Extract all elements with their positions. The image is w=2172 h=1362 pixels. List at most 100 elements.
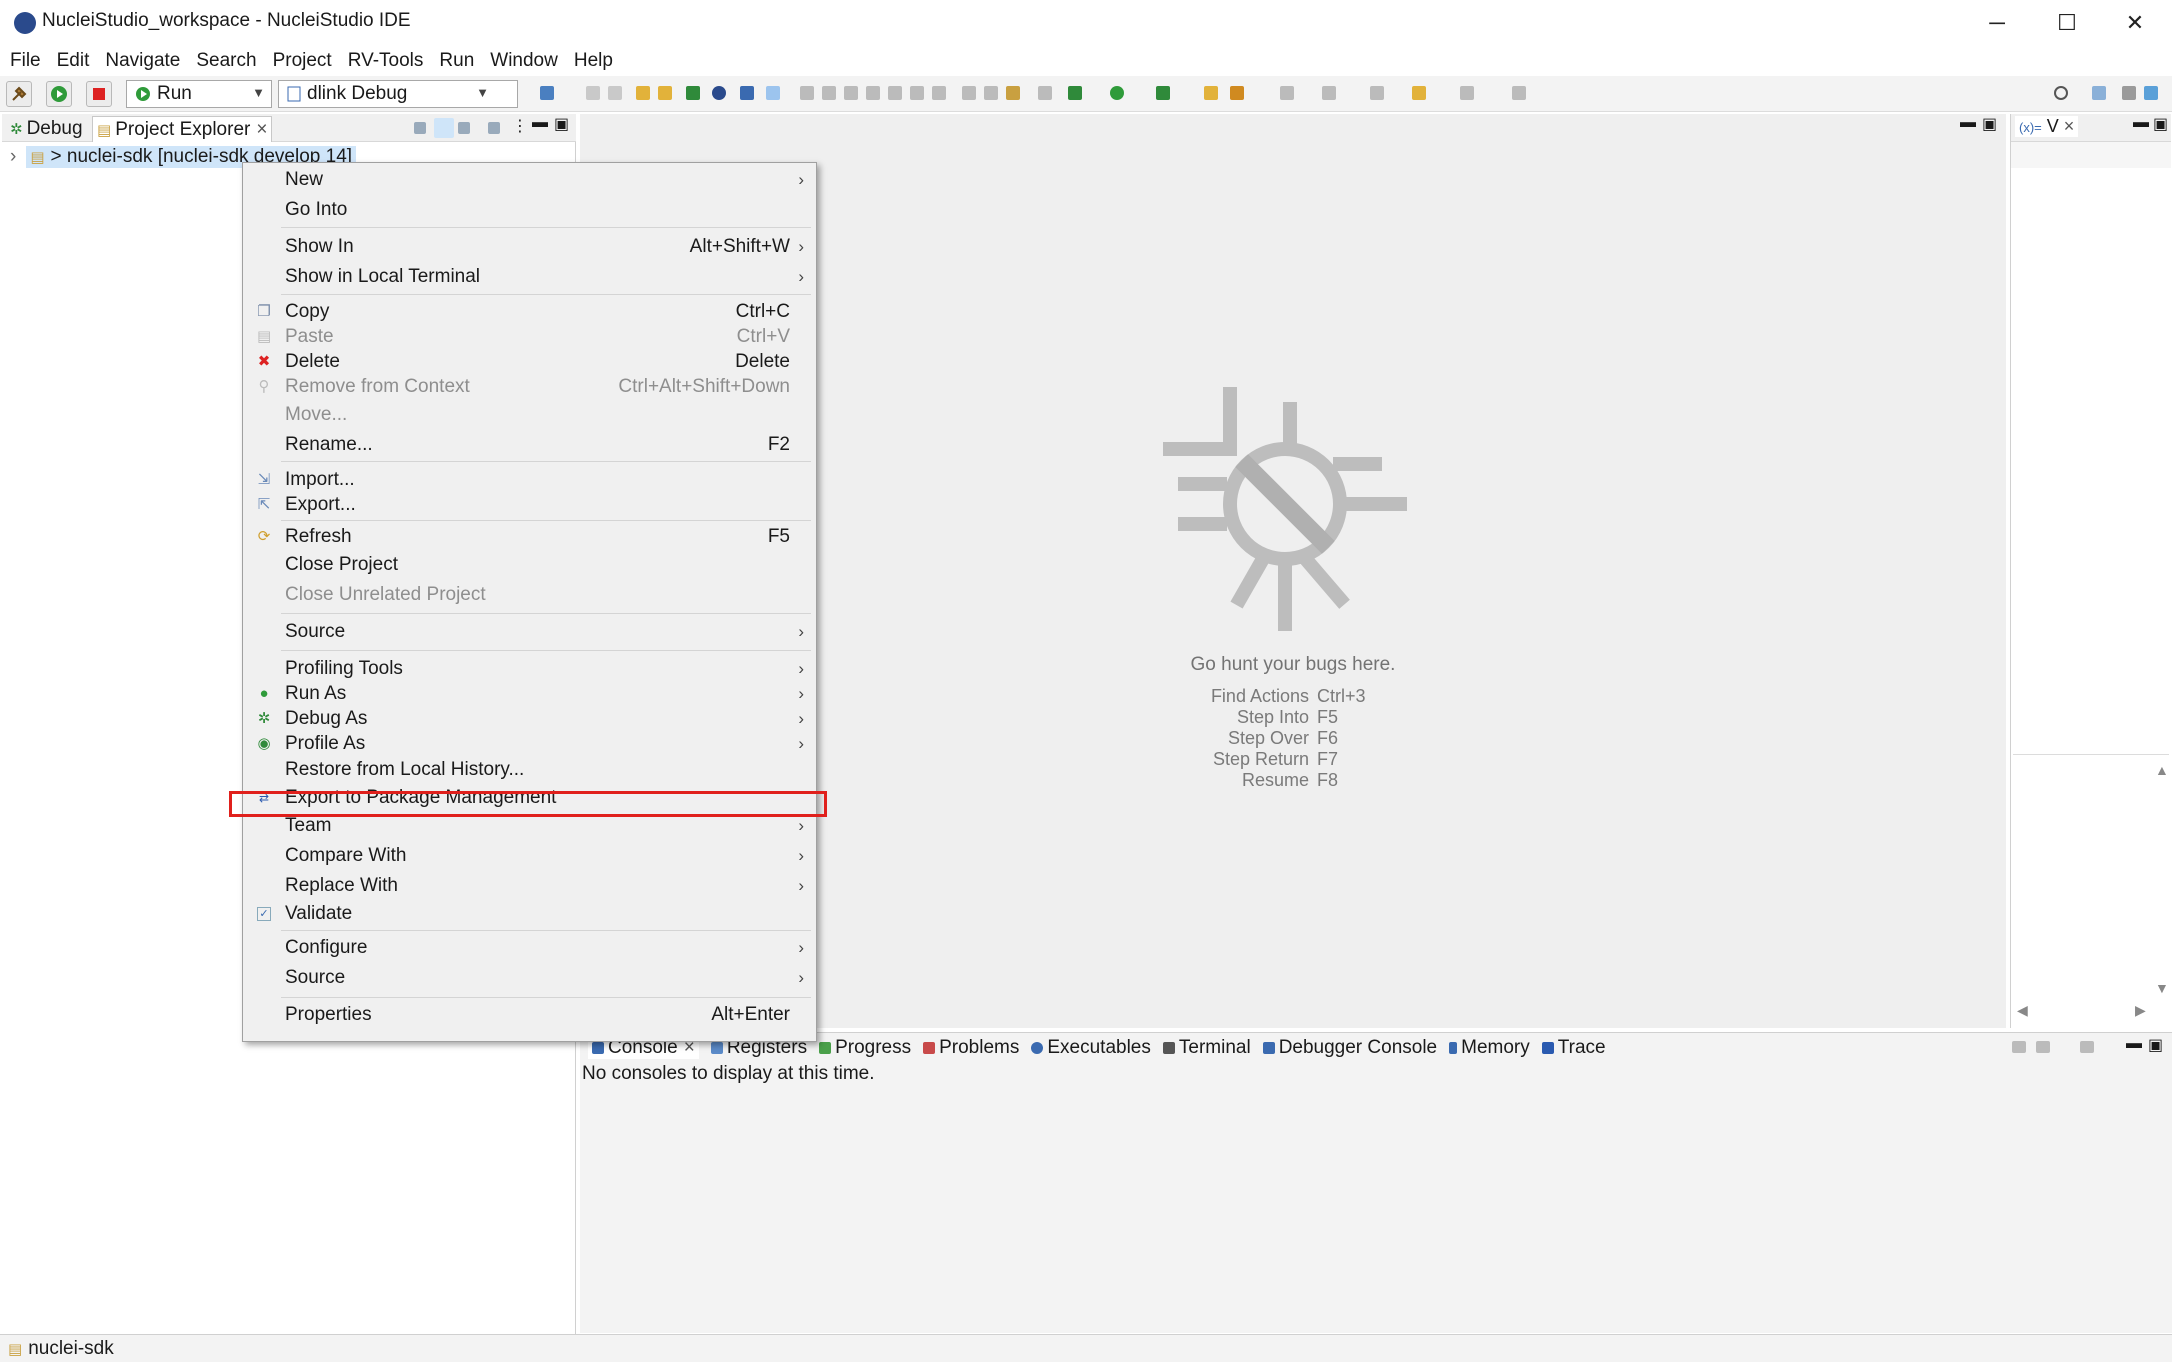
maximize-editor-icon[interactable]: ▣: [1982, 114, 1997, 134]
back-icon[interactable]: [1412, 86, 1426, 100]
menu-item-paste[interactable]: ▤ Paste Ctrl+V: [243, 324, 816, 350]
minimize-editor-icon[interactable]: ▬: [1960, 114, 1976, 132]
run-icon[interactable]: [1110, 86, 1124, 100]
menu-item-move[interactable]: Move...: [243, 402, 816, 428]
menu-item-close-unrelated-project[interactable]: Close Unrelated Project: [243, 582, 816, 608]
step-over-icon[interactable]: [910, 86, 924, 100]
view-menu-icon[interactable]: ⋮: [512, 116, 528, 136]
menu-item-show-in-local-terminal[interactable]: Show in Local Terminal ›: [243, 264, 816, 290]
menu-item-export[interactable]: ⇱ Export...: [243, 492, 816, 518]
step-return-icon[interactable]: [932, 86, 946, 100]
save-all-icon[interactable]: [608, 86, 622, 100]
menu-rv-tools[interactable]: RV-Tools: [348, 50, 424, 72]
forward-icon[interactable]: [1460, 86, 1474, 100]
menu-item-import[interactable]: ⇲ Import...: [243, 467, 816, 493]
database-icon[interactable]: [686, 86, 700, 100]
open-folder-icon[interactable]: [1204, 86, 1218, 100]
instruction-stepping-icon[interactable]: [984, 86, 998, 100]
terminate-icon[interactable]: [844, 86, 858, 100]
menu-item-refresh[interactable]: ⟳ Refresh F5: [243, 524, 816, 550]
menu-item-validate[interactable]: ✓ Validate: [243, 901, 816, 927]
resume-icon[interactable]: [800, 86, 814, 100]
menu-item-debug-as[interactable]: ✲ Debug As ›: [243, 706, 816, 732]
launch-config-select[interactable]: dlink Debug ▼: [278, 80, 518, 108]
minimize-view-icon[interactable]: ▬: [532, 114, 548, 132]
menu-item-profiling-tools[interactable]: Profiling Tools ›: [243, 656, 816, 682]
menu-item-copy[interactable]: ❐ Copy Ctrl+C: [243, 299, 816, 325]
tab-progress[interactable]: Progress: [819, 1037, 911, 1059]
next-annotation-icon[interactable]: [1280, 86, 1294, 100]
menu-edit[interactable]: Edit: [57, 50, 90, 72]
menu-item-configure[interactable]: Configure ›: [243, 935, 816, 961]
link-with-editor-icon[interactable]: [434, 118, 454, 138]
launch-mode-select[interactable]: Run ▼: [126, 80, 272, 108]
tab-terminal[interactable]: Terminal: [1162, 1037, 1251, 1059]
pin-console-icon[interactable]: [2012, 1041, 2026, 1053]
stop-icon[interactable]: [86, 81, 112, 107]
close-tab-icon[interactable]: ×: [256, 119, 267, 141]
tab-executables[interactable]: Executables: [1031, 1037, 1151, 1059]
menu-help[interactable]: Help: [574, 50, 613, 72]
menu-search[interactable]: Search: [196, 50, 256, 72]
open-console-icon[interactable]: [2080, 1041, 2094, 1053]
scroll-up-icon[interactable]: ▲: [2155, 762, 2169, 778]
menu-item-replace-with[interactable]: Replace With ›: [243, 873, 816, 899]
display-console-icon[interactable]: [2036, 1041, 2050, 1053]
search-icon[interactable]: [2054, 86, 2068, 100]
undo-icon[interactable]: [636, 86, 650, 100]
tab-debug[interactable]: ✲ Debug: [6, 116, 87, 142]
menu-item-properties[interactable]: Properties Alt+Enter: [243, 1002, 816, 1028]
scroll-down-icon[interactable]: ▼: [2155, 980, 2169, 996]
close-tab-icon[interactable]: ×: [2064, 116, 2075, 136]
menu-item-profile-as[interactable]: ◉ Profile As ›: [243, 731, 816, 757]
external-tools-icon[interactable]: [1156, 86, 1170, 100]
expand-chevron-icon[interactable]: ›: [10, 146, 16, 168]
close-window-button[interactable]: ✕: [2100, 0, 2170, 46]
reset-icon[interactable]: [1038, 86, 1052, 100]
debug-bug-icon[interactable]: [1068, 86, 1082, 100]
menu-item-close-project[interactable]: Close Project: [243, 552, 816, 578]
tab-problems[interactable]: Problems: [923, 1037, 1019, 1059]
save-icon[interactable]: [586, 86, 600, 100]
redo-icon[interactable]: [658, 86, 672, 100]
menu-item-source-2[interactable]: Source ›: [243, 965, 816, 991]
restart-icon[interactable]: [1006, 86, 1020, 100]
step-into-icon[interactable]: [888, 86, 902, 100]
debug-perspective-icon[interactable]: [2144, 86, 2158, 100]
c-cpp-perspective-icon[interactable]: [2122, 86, 2136, 100]
menu-item-go-into[interactable]: Go Into: [243, 197, 816, 223]
minimize-button[interactable]: ─: [1962, 0, 2032, 46]
menu-item-source[interactable]: Source ›: [243, 619, 816, 645]
tab-debugger-console[interactable]: Debugger Console: [1262, 1037, 1437, 1059]
menu-item-run-as[interactable]: ● Run As ›: [243, 681, 816, 707]
menu-item-new[interactable]: New ›: [243, 167, 816, 193]
minimize-view-icon[interactable]: ▬: [2133, 114, 2149, 132]
menu-navigate[interactable]: Navigate: [105, 50, 180, 72]
disconnect-icon[interactable]: [866, 86, 880, 100]
menu-item-compare-with[interactable]: Compare With ›: [243, 843, 816, 869]
previous-annotation-icon[interactable]: [1322, 86, 1336, 100]
skip-breakpoints-icon[interactable]: [766, 86, 780, 100]
menu-item-restore-from-local-history[interactable]: Restore from Local History...: [243, 757, 816, 783]
menu-item-show-in[interactable]: Show In Alt+Shift+W ›: [243, 234, 816, 260]
new-icon[interactable]: [540, 86, 554, 100]
maximize-view-icon[interactable]: ▣: [554, 114, 569, 134]
run-launch-icon[interactable]: [46, 81, 72, 107]
nuclei-icon[interactable]: [712, 86, 726, 100]
tab-trace[interactable]: Trace: [1541, 1037, 1606, 1059]
menu-file[interactable]: File: [10, 50, 41, 72]
scroll-left-icon[interactable]: ◀: [2017, 1002, 2028, 1019]
menu-run[interactable]: Run: [439, 50, 474, 72]
minimize-view-icon[interactable]: ▬: [2126, 1035, 2142, 1053]
tab-variables[interactable]: (x)= V ×: [2015, 116, 2079, 137]
collapse-all-icon[interactable]: [414, 122, 426, 134]
menu-item-rename[interactable]: Rename... F2: [243, 432, 816, 458]
build-hammer-icon[interactable]: [6, 81, 32, 107]
scroll-right-icon[interactable]: ▶: [2135, 1002, 2146, 1019]
filter-icon[interactable]: [458, 122, 470, 134]
menu-project[interactable]: Project: [273, 50, 332, 72]
pen-icon[interactable]: [1230, 86, 1244, 100]
pin-editor-icon[interactable]: [1512, 86, 1526, 100]
tab-project-explorer[interactable]: ▤ Project Explorer ×: [92, 116, 273, 142]
maximize-view-icon[interactable]: ▣: [2148, 1035, 2163, 1055]
